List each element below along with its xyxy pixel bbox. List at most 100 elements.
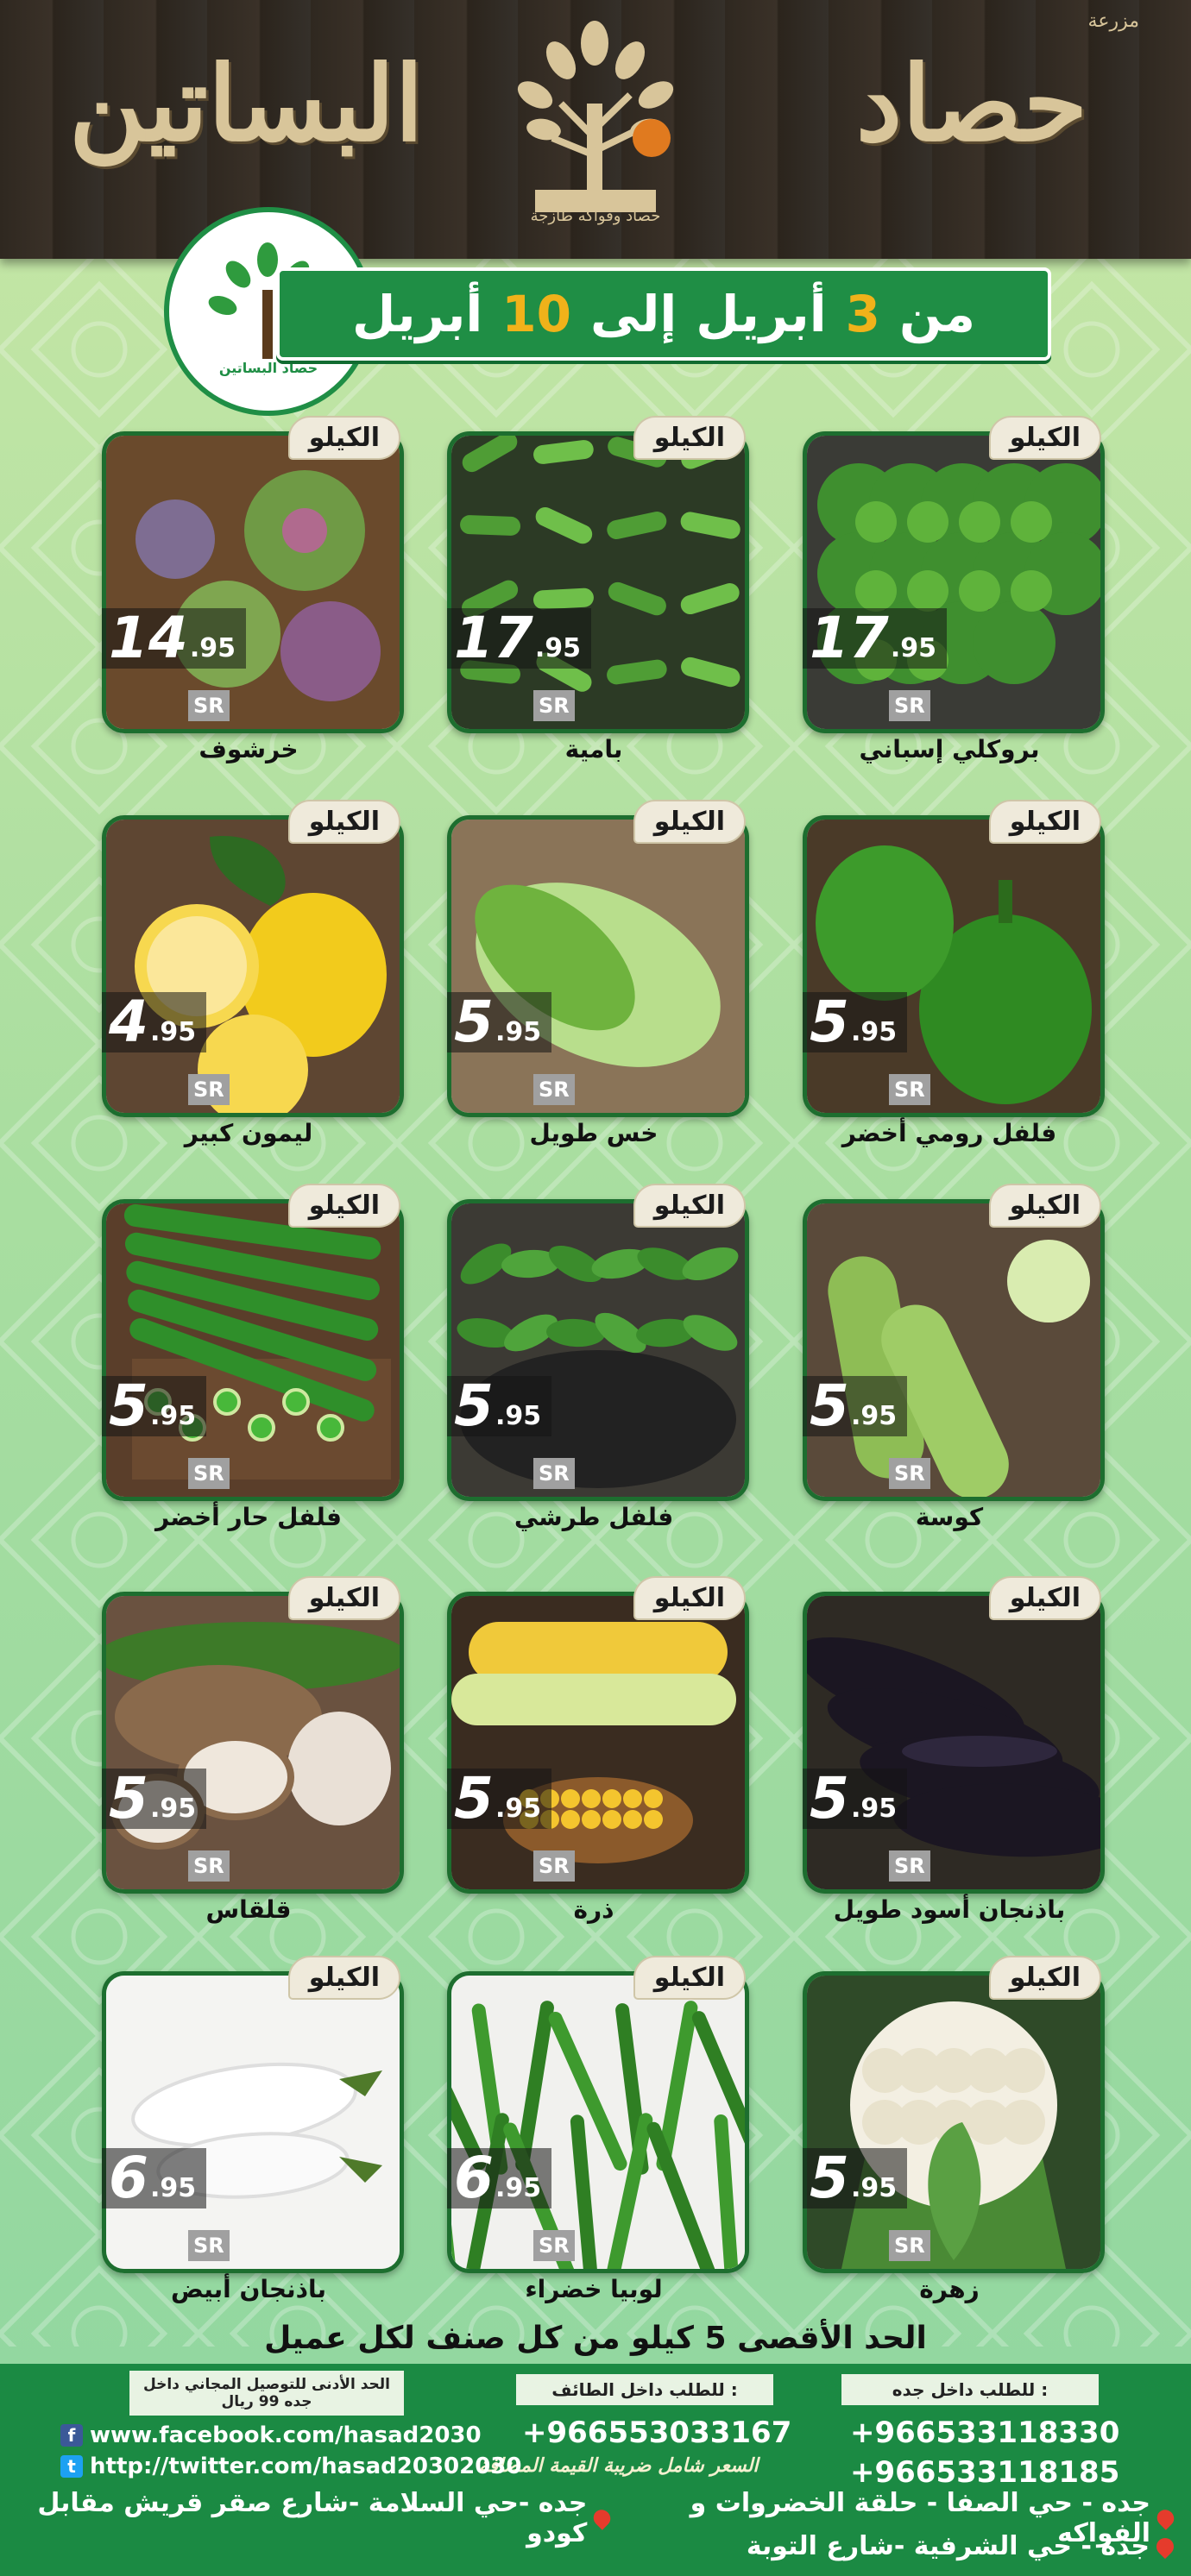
address-3: جده - حي الشرفية -شارع التوبة bbox=[746, 2531, 1150, 2561]
beans-image bbox=[447, 1971, 749, 2273]
okra-image bbox=[447, 431, 749, 733]
from-label: من bbox=[898, 285, 976, 343]
unit-badge: الكيلو bbox=[633, 800, 746, 844]
location-pin-icon bbox=[1153, 2506, 1178, 2530]
product-name: فلفل رومي أخضر bbox=[841, 1119, 1057, 1147]
currency-label: SR bbox=[188, 1850, 230, 1882]
price-tag: 14.95 bbox=[102, 605, 247, 671]
unit-badge: الكيلو bbox=[988, 1184, 1101, 1228]
chili-image bbox=[102, 1199, 404, 1501]
price-decimal: .95 bbox=[495, 1794, 542, 1824]
product-card: الكيلو 5.95 SR قلقاس bbox=[102, 1576, 404, 1924]
product-name: باذنجان أبيض bbox=[171, 2275, 326, 2303]
to-label: إلى bbox=[589, 285, 677, 343]
price-tag: 6.95 bbox=[447, 2145, 552, 2211]
price-decimal: .95 bbox=[850, 1017, 898, 1047]
purchase-limit-notice: الحد الأقصى 5 كيلو من كل صنف لكل عميل bbox=[264, 2321, 927, 2356]
unit-badge: الكيلو bbox=[287, 1576, 400, 1620]
lemon-image bbox=[102, 815, 404, 1117]
end-month: أبريل bbox=[351, 285, 483, 343]
price-decimal: .95 bbox=[850, 1794, 898, 1824]
unit-badge: الكيلو bbox=[287, 416, 400, 460]
brand-name-right: حصاد bbox=[855, 43, 1087, 165]
address-2: جده -حي السلامة -شارع صقر قريش مقابل كود… bbox=[37, 2488, 588, 2548]
contact-footer: للطلب داخل جده : +966533118330 +96653311… bbox=[0, 2364, 1191, 2576]
taro-image bbox=[102, 1592, 404, 1894]
free-delivery-note: الحد الأدنى للتوصيل المجاني داخل جده 99 … bbox=[129, 2371, 404, 2416]
price-decimal: .95 bbox=[495, 2173, 542, 2203]
zucchini-image bbox=[803, 1199, 1105, 1501]
currency-label: SR bbox=[533, 1074, 575, 1105]
price-whole: 4 bbox=[109, 989, 148, 1055]
product-card: الكيلو 5.95 SR فلفل حار أخضر bbox=[102, 1184, 404, 1531]
taif-phone[interactable]: +966553033167 bbox=[522, 2416, 791, 2450]
padron-image bbox=[447, 1199, 749, 1501]
product-card: الكيلو 6.95 SR لوبيا خضراء bbox=[447, 1956, 749, 2303]
price-whole: 6 bbox=[454, 2145, 494, 2211]
price-whole: 5 bbox=[454, 989, 494, 1055]
product-name: لوبيا خضراء bbox=[525, 2275, 663, 2303]
product-card: الكيلو 5.95 SR خس طويل bbox=[447, 800, 749, 1147]
unit-badge: الكيلو bbox=[633, 416, 746, 460]
currency-label: SR bbox=[188, 690, 230, 721]
currency-label: SR bbox=[533, 1850, 575, 1882]
unit-badge: الكيلو bbox=[633, 1184, 746, 1228]
price-tag: 6.95 bbox=[102, 2145, 207, 2211]
offer-date-ribbon: أبريل 10 إلى أبريل 3 من bbox=[276, 267, 1051, 361]
white-eggplant-image bbox=[102, 1971, 404, 2273]
location-pin-icon bbox=[590, 2506, 614, 2530]
product-card: الكيلو 5.95 SR فلفل طرشي bbox=[447, 1184, 749, 1531]
unit-badge: الكيلو bbox=[988, 1576, 1101, 1620]
cauliflower-image bbox=[803, 1971, 1105, 2273]
address-line-2: جده - حي الشرفية -شارع التوبة bbox=[746, 2531, 1178, 2561]
jeddah-phone-1[interactable]: +966533118330 bbox=[850, 2416, 1119, 2450]
currency-label: SR bbox=[889, 690, 930, 721]
price-decimal: .95 bbox=[850, 2173, 898, 2203]
price-tag: 5.95 bbox=[803, 992, 908, 1052]
price-decimal: .95 bbox=[189, 633, 236, 663]
jeddah-phone-2[interactable]: +966533118185 bbox=[850, 2455, 1119, 2490]
price-decimal: .95 bbox=[149, 1017, 197, 1047]
unit-badge: الكيلو bbox=[633, 1956, 746, 2000]
product-name: فلفل حار أخضر bbox=[154, 1503, 342, 1531]
currency-label: SR bbox=[533, 690, 575, 721]
price-tag: 5.95 bbox=[803, 1765, 908, 1831]
start-month: أبريل bbox=[696, 285, 827, 343]
unit-badge: الكيلو bbox=[988, 1956, 1101, 2000]
currency-label: SR bbox=[533, 2230, 575, 2261]
price-whole: 6 bbox=[109, 2145, 148, 2211]
price-whole: 5 bbox=[810, 1765, 849, 1831]
broccoli-image bbox=[803, 431, 1105, 733]
artichoke-image bbox=[102, 431, 404, 733]
price-whole: 17 bbox=[810, 605, 889, 671]
round-logo-caption: حصاد البساتين bbox=[218, 360, 318, 376]
price-whole: 5 bbox=[109, 1765, 148, 1831]
product-card: الكيلو 5.95 SR كوسة bbox=[803, 1184, 1105, 1531]
price-whole: 5 bbox=[454, 1765, 494, 1831]
product-name: زهرة bbox=[919, 2275, 980, 2303]
twitter-url[interactable]: http://twitter.com/hasad20302030 bbox=[90, 2453, 522, 2479]
price-whole: 5 bbox=[810, 1373, 849, 1439]
pepper-image bbox=[803, 815, 1105, 1117]
unit-badge: الكيلو bbox=[633, 1576, 746, 1620]
facebook-link[interactable]: f www.facebook.com/hasad2030 bbox=[60, 2422, 482, 2448]
currency-label: SR bbox=[188, 1074, 230, 1105]
currency-label: SR bbox=[188, 1458, 230, 1489]
price-tag: 5.95 bbox=[803, 2148, 908, 2208]
brand-name-left: البساتين bbox=[69, 43, 424, 165]
price-whole: 14 bbox=[109, 605, 188, 671]
price-tag: 17.95 bbox=[447, 605, 592, 671]
price-decimal: .95 bbox=[149, 1401, 197, 1431]
price-whole: 17 bbox=[454, 605, 533, 671]
product-card: الكيلو 6.95 SR باذنجان أبيض bbox=[102, 1956, 404, 2303]
price-tag: 5.95 bbox=[447, 1765, 552, 1831]
product-name: خس طويل bbox=[529, 1119, 659, 1147]
currency-label: SR bbox=[889, 1850, 930, 1882]
product-name: قلقاس bbox=[205, 1895, 292, 1924]
twitter-link[interactable]: t http://twitter.com/hasad20302030 bbox=[60, 2453, 522, 2479]
unit-badge: الكيلو bbox=[988, 800, 1101, 844]
jeddah-order-label: للطلب داخل جده : bbox=[841, 2374, 1099, 2405]
product-card: الكيلو 14.95 SR خرشوف bbox=[102, 416, 404, 763]
facebook-url[interactable]: www.facebook.com/hasad2030 bbox=[90, 2422, 482, 2448]
price-tag: 4.95 bbox=[102, 989, 207, 1055]
